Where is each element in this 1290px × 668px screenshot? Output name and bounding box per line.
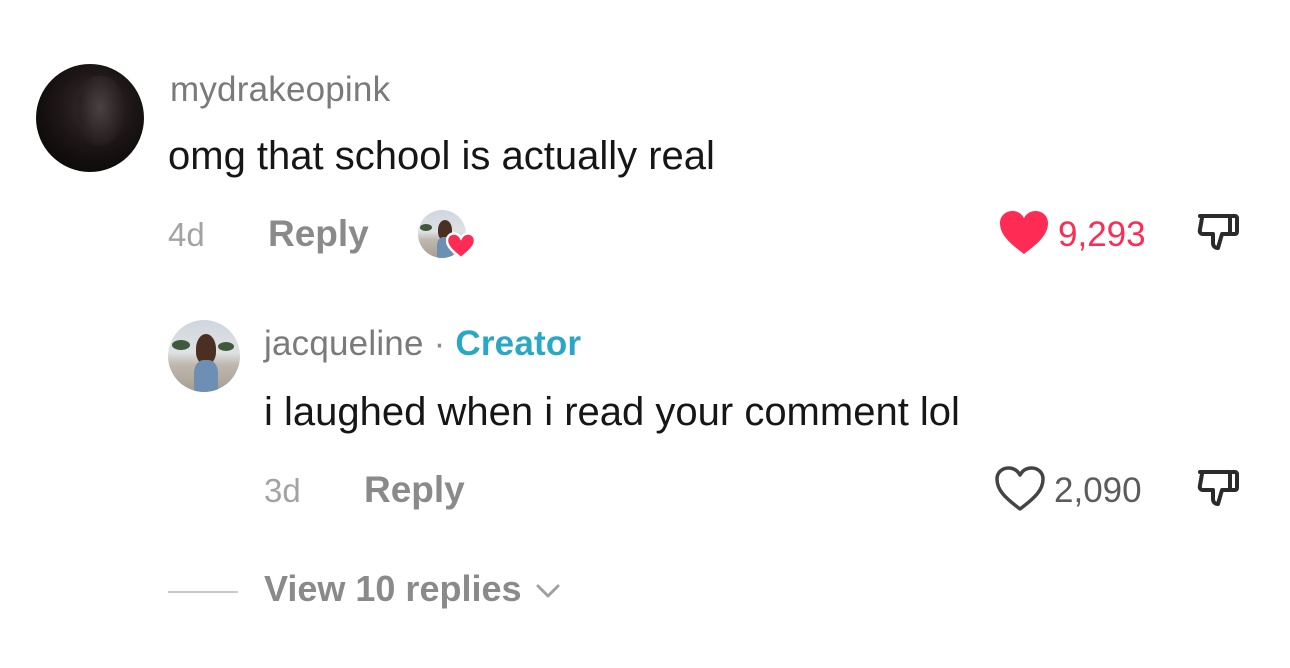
heart-badge-icon: [446, 232, 476, 260]
reply-like-count: 2,090: [1054, 471, 1142, 510]
comment-text: omg that school is actually real: [168, 134, 715, 178]
comment-username[interactable]: mydrakeopink: [170, 70, 390, 110]
reply-username[interactable]: jacqueline: [264, 324, 424, 363]
thumbs-down-icon[interactable]: [1194, 464, 1242, 512]
header-separator: ·: [433, 324, 446, 363]
view-replies-button[interactable]: View 10 replies: [264, 568, 562, 610]
avatar-mydrakeopink[interactable]: [36, 64, 144, 172]
replies-divider: [168, 591, 238, 593]
comment-time: 4d: [168, 216, 205, 253]
reply-text: i laughed when i read your comment lol: [264, 390, 960, 434]
heart-filled-icon[interactable]: [998, 209, 1050, 257]
avatar-jacqueline[interactable]: [168, 320, 240, 392]
creator-badge: Creator: [455, 324, 582, 363]
heart-outline-icon[interactable]: [994, 465, 1046, 513]
view-replies-label: View 10 replies: [264, 568, 522, 609]
comment-like-count: 9,293: [1058, 215, 1146, 254]
comment-reply-button[interactable]: Reply: [268, 213, 369, 255]
reply-time: 3d: [264, 472, 301, 509]
reply-reply-button[interactable]: Reply: [364, 469, 465, 511]
comments-panel: mydrakeopink omg that school is actually…: [0, 0, 1290, 668]
reply-header: jacqueline · Creator: [264, 324, 581, 364]
chevron-down-icon: [536, 584, 560, 598]
thumbs-down-icon[interactable]: [1194, 208, 1242, 256]
